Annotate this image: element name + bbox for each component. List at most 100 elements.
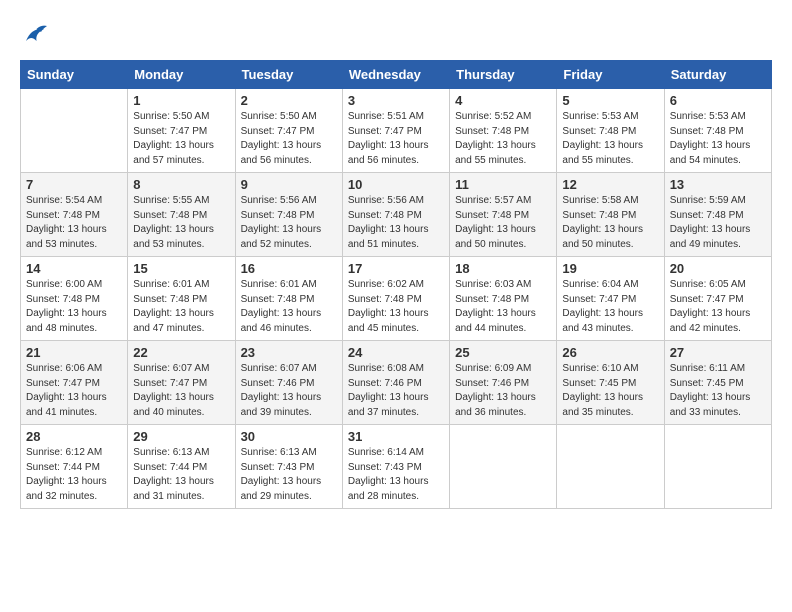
day-info: Sunrise: 5:54 AMSunset: 7:48 PMDaylight:… <box>26 194 122 252</box>
day-info: Sunrise: 5:53 AMSunset: 7:48 PMDaylight:… <box>562 110 658 168</box>
day-number: 10 <box>348 177 444 192</box>
day-header-friday: Friday <box>557 61 664 89</box>
calendar-cell: 23Sunrise: 6:07 AMSunset: 7:46 PMDayligh… <box>235 341 342 425</box>
day-info: Sunrise: 5:55 AMSunset: 7:48 PMDaylight:… <box>133 194 229 252</box>
day-number: 18 <box>455 261 551 276</box>
day-info: Sunrise: 6:02 AMSunset: 7:48 PMDaylight:… <box>348 278 444 336</box>
calendar-cell: 3Sunrise: 5:51 AMSunset: 7:47 PMDaylight… <box>342 89 449 173</box>
day-number: 20 <box>670 261 766 276</box>
calendar-cell: 28Sunrise: 6:12 AMSunset: 7:44 PMDayligh… <box>21 425 128 509</box>
day-info: Sunrise: 6:10 AMSunset: 7:45 PMDaylight:… <box>562 362 658 420</box>
logo <box>20 20 54 50</box>
calendar-cell <box>21 89 128 173</box>
day-info: Sunrise: 6:03 AMSunset: 7:48 PMDaylight:… <box>455 278 551 336</box>
day-number: 24 <box>348 345 444 360</box>
day-info: Sunrise: 6:00 AMSunset: 7:48 PMDaylight:… <box>26 278 122 336</box>
day-header-monday: Monday <box>128 61 235 89</box>
calendar-cell: 11 Sunrise: 5:57 AMSunset: 7:48 PMDayligh… <box>450 173 557 257</box>
day-info: Sunrise: 5:56 AMSunset: 7:48 PMDaylight:… <box>241 194 337 252</box>
calendar-cell: 17 Sunrise: 6:02 AMSunset: 7:48 PMDayligh… <box>342 257 449 341</box>
day-info: Sunrise: 6:01 AMSunset: 7:48 PMDaylight:… <box>133 278 229 336</box>
week-row-2: 7 Sunrise: 5:54 AMSunset: 7:48 PMDaylight… <box>21 173 772 257</box>
day-number: 19 <box>562 261 658 276</box>
day-info: Sunrise: 6:01 AMSunset: 7:48 PMDaylight:… <box>241 278 337 336</box>
day-number: 12 <box>562 177 658 192</box>
calendar-cell: 2 Sunrise: 5:50 AMSunset: 7:47 PMDaylight… <box>235 89 342 173</box>
day-number: 5 <box>562 93 658 108</box>
day-number: 9 <box>241 177 337 192</box>
day-info: Sunrise: 6:04 AMSunset: 7:47 PMDaylight:… <box>562 278 658 336</box>
calendar-cell: 26 Sunrise: 6:10 AMSunset: 7:45 PMDayligh… <box>557 341 664 425</box>
day-number: 4 <box>455 93 551 108</box>
day-number: 26 <box>562 345 658 360</box>
page-header <box>20 20 772 50</box>
day-number: 1 <box>133 93 229 108</box>
logo-icon <box>20 20 50 50</box>
day-info: Sunrise: 6:07 AMSunset: 7:47 PMDaylight:… <box>133 362 229 420</box>
day-number: 17 <box>348 261 444 276</box>
calendar-cell: 9 Sunrise: 5:56 AMSunset: 7:48 PMDaylight… <box>235 173 342 257</box>
day-info: Sunrise: 5:50 AMSunset: 7:47 PMDaylight:… <box>241 110 337 168</box>
calendar-cell: 16 Sunrise: 6:01 AMSunset: 7:48 PMDayligh… <box>235 257 342 341</box>
calendar-cell: 4Sunrise: 5:52 AMSunset: 7:48 PMDaylight… <box>450 89 557 173</box>
calendar-cell: 6Sunrise: 5:53 AMSunset: 7:48 PMDaylight… <box>664 89 771 173</box>
calendar-cell: 13 Sunrise: 5:59 AMSunset: 7:48 PMDayligh… <box>664 173 771 257</box>
calendar-cell: 25 Sunrise: 6:09 AMSunset: 7:46 PMDayligh… <box>450 341 557 425</box>
day-number: 13 <box>670 177 766 192</box>
day-header-thursday: Thursday <box>450 61 557 89</box>
calendar-cell: 21Sunrise: 6:06 AMSunset: 7:47 PMDayligh… <box>21 341 128 425</box>
day-header-wednesday: Wednesday <box>342 61 449 89</box>
calendar-cell <box>450 425 557 509</box>
day-info: Sunrise: 6:08 AMSunset: 7:46 PMDaylight:… <box>348 362 444 420</box>
day-number: 8 <box>133 177 229 192</box>
day-header-saturday: Saturday <box>664 61 771 89</box>
calendar-cell <box>557 425 664 509</box>
day-number: 22 <box>133 345 229 360</box>
day-info: Sunrise: 6:13 AMSunset: 7:44 PMDaylight:… <box>133 446 229 504</box>
day-info: Sunrise: 5:59 AMSunset: 7:48 PMDaylight:… <box>670 194 766 252</box>
day-number: 2 <box>241 93 337 108</box>
day-info: Sunrise: 6:07 AMSunset: 7:46 PMDaylight:… <box>241 362 337 420</box>
day-number: 27 <box>670 345 766 360</box>
day-info: Sunrise: 6:06 AMSunset: 7:47 PMDaylight:… <box>26 362 122 420</box>
calendar-cell: 27 Sunrise: 6:11 AMSunset: 7:45 PMDayligh… <box>664 341 771 425</box>
day-info: Sunrise: 6:05 AMSunset: 7:47 PMDaylight:… <box>670 278 766 336</box>
day-info: Sunrise: 6:12 AMSunset: 7:44 PMDaylight:… <box>26 446 122 504</box>
day-info: Sunrise: 5:58 AMSunset: 7:48 PMDaylight:… <box>562 194 658 252</box>
day-info: Sunrise: 6:09 AMSunset: 7:46 PMDaylight:… <box>455 362 551 420</box>
day-number: 31 <box>348 429 444 444</box>
week-row-3: 14Sunrise: 6:00 AMSunset: 7:48 PMDayligh… <box>21 257 772 341</box>
calendar-cell: 29Sunrise: 6:13 AMSunset: 7:44 PMDayligh… <box>128 425 235 509</box>
day-number: 11 <box>455 177 551 192</box>
day-number: 16 <box>241 261 337 276</box>
calendar-cell <box>664 425 771 509</box>
calendar-cell: 19 Sunrise: 6:04 AMSunset: 7:47 PMDayligh… <box>557 257 664 341</box>
day-info: Sunrise: 5:56 AMSunset: 7:48 PMDaylight:… <box>348 194 444 252</box>
header-row: SundayMondayTuesdayWednesdayThursdayFrid… <box>21 61 772 89</box>
day-info: Sunrise: 6:14 AMSunset: 7:43 PMDaylight:… <box>348 446 444 504</box>
day-info: Sunrise: 5:57 AMSunset: 7:48 PMDaylight:… <box>455 194 551 252</box>
calendar-cell: 5 Sunrise: 5:53 AMSunset: 7:48 PMDaylight… <box>557 89 664 173</box>
calendar-cell: 22 Sunrise: 6:07 AMSunset: 7:47 PMDayligh… <box>128 341 235 425</box>
calendar-cell: 14Sunrise: 6:00 AMSunset: 7:48 PMDayligh… <box>21 257 128 341</box>
calendar-cell: 24 Sunrise: 6:08 AMSunset: 7:46 PMDayligh… <box>342 341 449 425</box>
day-number: 30 <box>241 429 337 444</box>
day-info: Sunrise: 6:11 AMSunset: 7:45 PMDaylight:… <box>670 362 766 420</box>
week-row-5: 28Sunrise: 6:12 AMSunset: 7:44 PMDayligh… <box>21 425 772 509</box>
calendar-cell: 30 Sunrise: 6:13 AMSunset: 7:43 PMDayligh… <box>235 425 342 509</box>
day-number: 6 <box>670 93 766 108</box>
day-number: 25 <box>455 345 551 360</box>
calendar-cell: 12 Sunrise: 5:58 AMSunset: 7:48 PMDayligh… <box>557 173 664 257</box>
calendar-table: SundayMondayTuesdayWednesdayThursdayFrid… <box>20 60 772 509</box>
day-number: 3 <box>348 93 444 108</box>
calendar-cell: 7 Sunrise: 5:54 AMSunset: 7:48 PMDaylight… <box>21 173 128 257</box>
week-row-1: 1 Sunrise: 5:50 AMSunset: 7:47 PMDaylight… <box>21 89 772 173</box>
day-info: Sunrise: 6:13 AMSunset: 7:43 PMDaylight:… <box>241 446 337 504</box>
calendar-cell: 31 Sunrise: 6:14 AMSunset: 7:43 PMDayligh… <box>342 425 449 509</box>
day-header-tuesday: Tuesday <box>235 61 342 89</box>
day-header-sunday: Sunday <box>21 61 128 89</box>
calendar-cell: 15Sunrise: 6:01 AMSunset: 7:48 PMDayligh… <box>128 257 235 341</box>
week-row-4: 21Sunrise: 6:06 AMSunset: 7:47 PMDayligh… <box>21 341 772 425</box>
day-number: 7 <box>26 177 122 192</box>
calendar-cell: 8 Sunrise: 5:55 AMSunset: 7:48 PMDaylight… <box>128 173 235 257</box>
